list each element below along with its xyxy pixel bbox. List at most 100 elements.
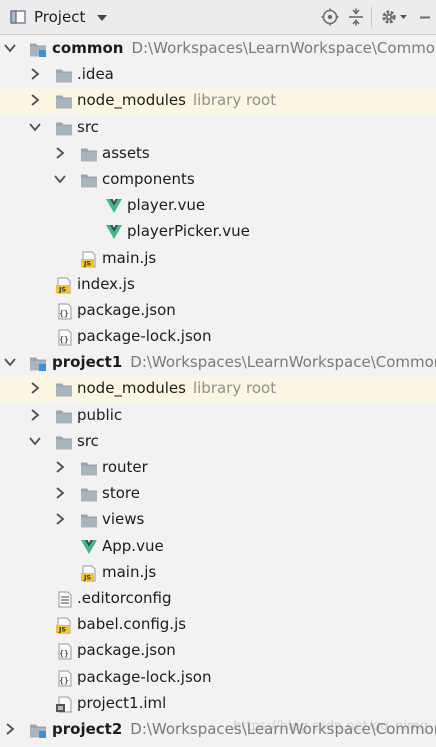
- tree-row[interactable]: src: [0, 428, 436, 454]
- tree-row[interactable]: {} package-lock.json: [0, 323, 436, 349]
- folder-icon: [55, 66, 73, 83]
- tree-row[interactable]: JS index.js: [0, 271, 436, 297]
- folder-icon: [80, 511, 98, 528]
- tree-row[interactable]: project1.iml: [0, 690, 436, 716]
- tree-row[interactable]: src: [0, 114, 436, 140]
- chevron-down-icon: [97, 15, 108, 21]
- tree-row[interactable]: node_modules library root: [0, 375, 436, 402]
- view-selector-dropdown[interactable]: Project: [10, 4, 108, 30]
- tree-node-label: assets: [102, 140, 150, 166]
- chevron-right-icon[interactable]: [53, 506, 67, 532]
- chevron-right-icon[interactable]: [28, 87, 42, 113]
- js-file-icon: JS: [55, 276, 73, 293]
- folder-icon: [80, 459, 98, 476]
- svg-text:JS: JS: [58, 626, 66, 634]
- module-icon: [29, 354, 47, 372]
- tree-row[interactable]: store: [0, 480, 436, 506]
- tree-node-label: package.json: [77, 637, 176, 663]
- tree-row[interactable]: JS babel.config.js: [0, 611, 436, 637]
- tree-row[interactable]: components: [0, 166, 436, 192]
- js-file-icon: JS: [80, 564, 98, 581]
- tree-module-row[interactable]: common D:\Workspaces\LearnWorkspace\Commo…: [0, 35, 436, 61]
- folder-icon: [55, 119, 73, 136]
- tree-row[interactable]: App.vue: [0, 533, 436, 559]
- node-name: node_modules: [77, 379, 186, 398]
- node-name: public: [77, 405, 123, 424]
- chevron-down-icon[interactable]: [3, 35, 17, 61]
- tree-row[interactable]: router: [0, 454, 436, 480]
- tree-node-label: package-lock.json: [77, 664, 211, 690]
- node-name: components: [102, 169, 195, 188]
- tree-node-label: src: [77, 114, 99, 140]
- node-name: package-lock.json: [77, 327, 212, 346]
- tree-row[interactable]: playerPicker.vue: [0, 218, 436, 244]
- vue-file-icon: [80, 538, 98, 555]
- gear-icon[interactable]: [380, 6, 410, 28]
- svg-text:JS: JS: [58, 285, 66, 293]
- tree-row[interactable]: assets: [0, 140, 436, 166]
- tree-node-label: App.vue: [102, 533, 164, 559]
- module-icon: [29, 40, 47, 57]
- folder-icon: [80, 171, 98, 188]
- node-name: assets: [102, 143, 150, 162]
- project-tree: common D:\Workspaces\LearnWorkspace\Commo…: [0, 35, 436, 742]
- tree-row[interactable]: node_modules library root: [0, 87, 436, 114]
- module-icon: [29, 721, 47, 738]
- collapse-all-icon[interactable]: [345, 6, 367, 28]
- node-name: main.js: [102, 248, 157, 267]
- locate-icon[interactable]: [319, 6, 341, 28]
- json-file-icon: {}: [55, 302, 73, 320]
- chevron-down-icon[interactable]: [28, 428, 42, 454]
- json-file-icon: {}: [55, 642, 73, 660]
- svg-text:{}: {}: [59, 335, 69, 344]
- chevron-right-icon[interactable]: [28, 375, 42, 401]
- tree-row[interactable]: {} package-lock.json: [0, 664, 436, 690]
- node-name: project1.iml: [77, 693, 167, 712]
- node-name: App.vue: [102, 536, 164, 555]
- tree-row[interactable]: {} package.json: [0, 297, 436, 323]
- json-file-icon: {}: [55, 669, 73, 686]
- vue-file-icon: [105, 197, 123, 214]
- svg-text:JS: JS: [83, 259, 91, 267]
- node-name: project2: [52, 719, 123, 738]
- tree-node-label: playerPicker.vue: [127, 218, 250, 244]
- json-file-icon: {}: [55, 328, 73, 346]
- tree-row[interactable]: public: [0, 402, 436, 428]
- project-toolbar: Project: [0, 0, 436, 35]
- vue-file-icon: [105, 223, 123, 240]
- view-title: Project: [34, 8, 86, 26]
- tree-module-row[interactable]: project1 D:\Workspaces\LearnWorkspace\Com…: [0, 349, 436, 375]
- chevron-right-icon[interactable]: [53, 454, 67, 480]
- svg-text:{}: {}: [59, 649, 69, 658]
- chevron-right-icon[interactable]: [3, 716, 17, 742]
- tree-row[interactable]: .idea: [0, 61, 436, 87]
- tree-row[interactable]: JS main.js: [0, 245, 436, 271]
- minimize-icon[interactable]: [414, 6, 436, 28]
- node-name: package.json: [77, 641, 176, 660]
- svg-text:JS: JS: [83, 573, 91, 581]
- folder-icon: [80, 485, 98, 502]
- js-file-icon: JS: [80, 250, 98, 267]
- node-name: babel.config.js: [77, 615, 187, 634]
- chevron-right-icon[interactable]: [28, 402, 42, 428]
- text-file-icon: [55, 590, 73, 608]
- tree-row[interactable]: .editorconfig: [0, 585, 436, 611]
- chevron-down-icon[interactable]: [28, 114, 42, 140]
- folder-icon: [80, 145, 98, 162]
- toolbar-divider: [371, 7, 372, 27]
- chevron-right-icon[interactable]: [53, 480, 67, 506]
- tree-row[interactable]: views: [0, 506, 436, 532]
- chevron-right-icon[interactable]: [28, 61, 42, 87]
- tree-row[interactable]: player.vue: [0, 192, 436, 218]
- tree-row[interactable]: JS main.js: [0, 559, 436, 585]
- node-name: .idea: [77, 65, 114, 84]
- chevron-right-icon[interactable]: [53, 140, 67, 166]
- folder-icon: [55, 380, 73, 397]
- chevron-down-icon[interactable]: [3, 349, 17, 375]
- tree-row[interactable]: {} package.json: [0, 637, 436, 663]
- tree-node-label: node_modules library root: [77, 375, 276, 401]
- node-name: router: [102, 458, 148, 476]
- node-name: main.js: [102, 562, 157, 581]
- chevron-down-icon[interactable]: [53, 166, 67, 192]
- tree-node-label: main.js: [102, 245, 156, 271]
